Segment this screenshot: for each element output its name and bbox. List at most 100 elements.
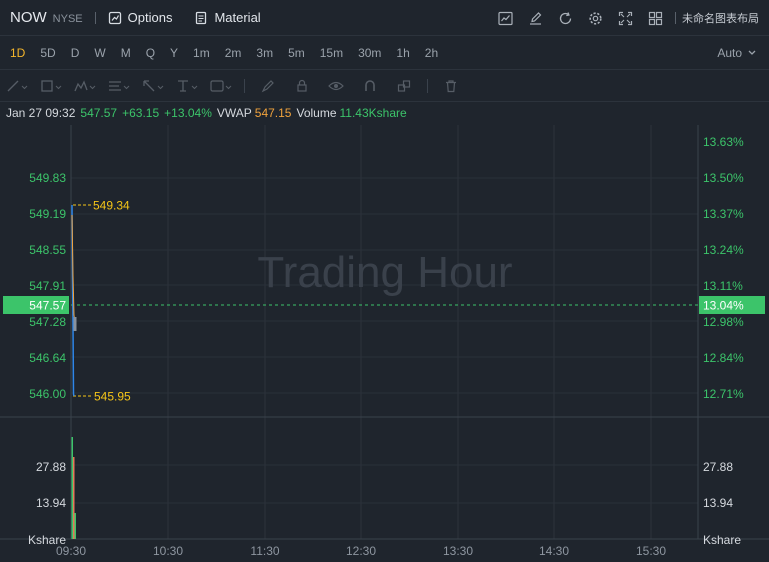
period-1m[interactable]: 1m [193,46,210,60]
volume-bar [74,513,76,539]
period-1d[interactable]: 1D [10,46,25,60]
period-w[interactable]: W [94,46,105,60]
period-d[interactable]: D [71,46,80,60]
quote-change-pct: +13.04% [164,106,212,120]
period-30m[interactable]: 30m [358,46,381,60]
period-5d[interactable]: 5D [40,46,55,60]
brush-tool-icon[interactable] [251,70,285,102]
percent-tick-label: 13.50% [703,171,744,185]
current-pct-label: 13.04% [703,299,744,313]
period-15m[interactable]: 15m [320,46,343,60]
magnet-icon[interactable] [353,70,387,102]
options-label: Options [127,10,173,25]
trendline-tool-icon[interactable] [0,70,34,102]
quote-datetime: Jan 27 09:32 [6,106,76,120]
volume-label: Volume [296,106,337,120]
left-volume-axis: 27.8813.94Kshare [28,460,66,547]
price-label-tool-icon[interactable] [204,70,238,102]
vwap-label: VWAP [216,106,252,120]
time-tick-label: 10:30 [153,544,183,558]
period-m[interactable]: M [121,46,131,60]
quote-price: 547.57 [80,106,118,120]
options-button[interactable]: Options [108,10,173,25]
time-tick-label: 13:30 [443,544,473,558]
price-tick-label: 547.28 [29,315,66,329]
right-volume-axis: 27.88 13.94 Kshare [703,460,741,547]
period-3m[interactable]: 3m [256,46,273,60]
time-tick-label: 09:30 [56,544,86,558]
volume-tick-label: 27.88 [703,460,733,474]
price-tick-label: 549.19 [29,207,66,221]
period-bar: 1D 5D D W M Q Y 1m 2m 3m 5m 15m 30m 1h 2h Auto [0,36,769,70]
price-tick-label: 546.64 [29,351,66,365]
quote-info-bar: Jan 27 09:32 547.57 +63.15 +13.04% VWAP 547.1… [6,106,412,120]
scale-mode-label: Auto [717,45,742,60]
percent-tick-label: 12.71% [703,387,744,401]
refresh-icon[interactable] [557,10,573,26]
options-icon [108,11,121,24]
text-tool-icon[interactable] [170,70,204,102]
current-price-label: 547.57 [29,299,66,313]
volume-bar [73,457,75,539]
divider [675,12,676,24]
price-tick-label: 546.00 [29,387,66,401]
price-tick-label: 548.55 [29,243,66,257]
top-toolbar: NOW NYSE Options Material 未命名图表布局 [0,0,769,36]
period-2m[interactable]: 2m [225,46,242,60]
percent-tick-label: 13.37% [703,207,744,221]
period-1h[interactable]: 1h [396,46,409,60]
exchange-name: NYSE [52,13,83,25]
right-percent-axis: 13.63% 13.50% 13.37% 13.24% 13.11% 12.98% 12.8… [703,135,744,401]
high-marker-label: 549.34 [93,199,130,213]
edit-icon[interactable] [527,10,543,26]
toolbar-right: 未命名图表布局 [483,0,759,36]
percent-tick-label: 12.84% [703,351,744,365]
price-tick-label: 547.91 [29,279,66,293]
scale-mode-selector[interactable]: Auto [717,46,759,60]
volume-tick-label: 13.94 [36,496,66,510]
drawing-toolbar [0,70,769,102]
lock-tool-icon[interactable] [285,70,319,102]
chevron-down-icon [748,50,756,55]
period-5m[interactable]: 5m [288,46,305,60]
link-icon[interactable] [387,70,421,102]
period-y[interactable]: Y [170,46,178,60]
fullscreen-icon[interactable] [617,10,633,26]
price-tick-label: 549.83 [29,171,66,185]
chart-grid [70,125,699,539]
percent-tick-label: 13.11% [703,279,743,293]
fibonacci-tool-icon[interactable] [102,70,136,102]
period-2h[interactable]: 2h [425,46,438,60]
time-tick-label: 11:30 [250,544,279,558]
divider [427,78,428,93]
left-price-axis: 549.83 549.19 548.55 547.91 547.28 546.64 546.… [29,171,66,401]
document-icon [196,11,207,24]
chart-icon[interactable] [497,10,513,26]
volume-tick-label: 13.94 [703,496,733,510]
vwap-value: 547.15 [254,106,292,120]
symbol-name[interactable]: NOW [10,9,47,26]
time-tick-label: 14:30 [539,544,569,558]
period-q[interactable]: Q [146,46,155,60]
material-label: Material [214,10,261,25]
volume-tick-label: 27.88 [36,460,66,474]
percent-tick-label: 13.24% [703,243,744,257]
grid-icon[interactable] [647,10,663,26]
material-button[interactable]: Material [194,10,261,25]
percent-tick-label: 12.98% [703,315,744,329]
volume-tick-label: Kshare [703,533,741,547]
divider [244,78,245,93]
price-chart[interactable]: Trading Hour 549.83 549.19 548.55 547.91 547… [0,125,769,562]
pattern-tool-icon[interactable] [68,70,102,102]
arrow-tool-icon[interactable] [136,70,170,102]
price-candle [73,317,77,331]
watermark: Trading Hour [257,248,512,297]
volume-bar [71,437,73,539]
layout-selector[interactable]: 未命名图表布局 [682,10,759,26]
settings-icon[interactable] [587,10,603,26]
rectangle-tool-icon[interactable] [34,70,68,102]
time-tick-label: 12:30 [346,544,376,558]
trash-icon[interactable] [434,70,468,102]
eye-icon[interactable] [319,70,353,102]
time-tick-label: 15:30 [636,544,666,558]
